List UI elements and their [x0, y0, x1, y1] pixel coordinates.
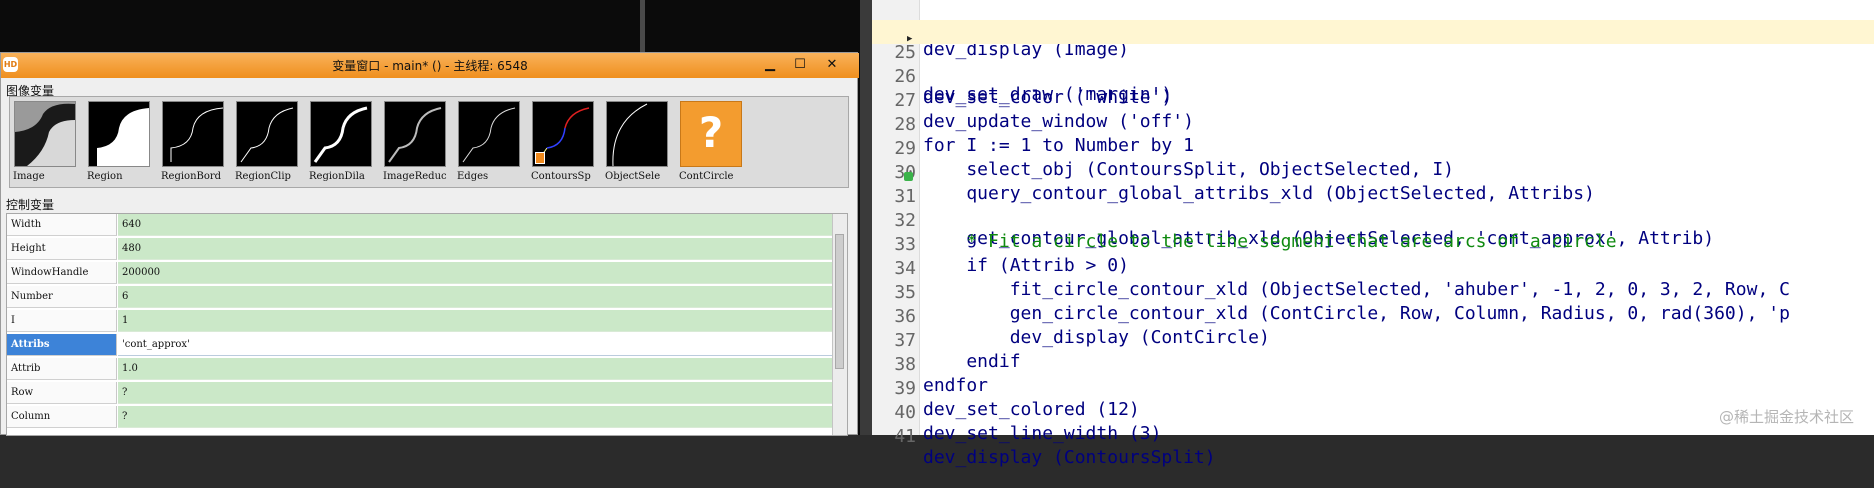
execution-arrow-icon: ▶: [907, 34, 913, 44]
region-border-variable-thumbnail[interactable]: RegionBord: [160, 99, 228, 187]
variable-value: ?: [118, 382, 834, 404]
variable-name: I: [7, 310, 117, 332]
variable-window-titlebar[interactable]: HD 变量窗口 - main* () - 主线程: 6548 ▁ ☐ ✕: [1, 53, 859, 78]
control-variables-label: 控制变量: [6, 198, 55, 212]
program-editor[interactable]: 24 dev_display (Image) 25 ▶ dev_set_draw…: [872, 0, 1874, 468]
question-mark-icon: ?: [680, 101, 742, 167]
variable-name: Number: [7, 286, 117, 308]
variable-value: 1.0: [118, 358, 834, 380]
code-line[interactable]: 27 dev_update_window ('off'): [872, 68, 1874, 132]
variable-name: Row: [7, 382, 117, 404]
variable-value: 'cont_approx': [118, 334, 834, 356]
table-row-selected[interactable]: Attribs 'cont_approx': [7, 334, 834, 357]
control-variables-table: Width 640 Height 480 WindowHandle 200000…: [6, 213, 848, 436]
contours-split-variable-thumbnail[interactable]: ContoursSp: [530, 99, 598, 187]
code-line[interactable]: 40 dev_set_line_width (3): [872, 380, 1874, 444]
code-line[interactable]: 30 query_contour_global_attribs_xld (Obj…: [872, 140, 1874, 204]
code-text: dev_display (ContoursSplit): [923, 447, 1216, 468]
region-border-thumbnail-icon: [162, 101, 224, 167]
thumbnail-label: RegionBord: [161, 171, 222, 182]
pane-splitter[interactable]: [860, 0, 872, 435]
cont-circle-variable-thumbnail[interactable]: ? ContCircle: [678, 99, 746, 187]
code-line[interactable]: 36 dev_display (ContCircle): [872, 284, 1874, 348]
code-line[interactable]: 39 dev_set_colored (12): [872, 356, 1874, 420]
question-mark-glyph: ?: [698, 108, 724, 157]
table-row[interactable]: Row ?: [7, 382, 834, 405]
image-variable-thumbnail[interactable]: Image: [12, 99, 80, 187]
code-line[interactable]: 31 get_contour_global_attrib_xld (Object…: [872, 164, 1874, 249]
variable-value: 1: [118, 310, 834, 332]
contours-split-thumbnail-icon: [532, 101, 594, 167]
code-line[interactable]: 33 if (Attrib > 0): [872, 212, 1874, 276]
thumbnail-label: ObjectSele: [605, 171, 661, 182]
table-row[interactable]: I 1: [7, 310, 834, 333]
image-variables-strip: Image Region RegionBord RegionClip Regio…: [9, 96, 849, 188]
object-selected-variable-thumbnail[interactable]: ObjectSele: [604, 99, 672, 187]
thumbnail-label: ImageReduc: [383, 171, 447, 182]
code-line[interactable]: 28 for I := 1 to Number by 1: [872, 92, 1874, 156]
variable-name: Column: [7, 406, 117, 428]
variable-name: WindowHandle: [7, 262, 117, 284]
thumbnail-label: RegionClip: [235, 171, 291, 182]
code-line-current[interactable]: 25 ▶ dev_set_draw ('margin'): [872, 20, 1874, 105]
maximize-button[interactable]: ☐: [791, 56, 809, 73]
window-title: 变量窗口 - main* () - 主线程: 6548: [332, 59, 528, 73]
region-variable-thumbnail[interactable]: Region: [86, 99, 154, 187]
edges-variable-thumbnail[interactable]: Edges: [456, 99, 524, 187]
code-line[interactable]: 29 select_obj (ContoursSplit, ObjectSele…: [872, 116, 1874, 180]
variable-value: 6: [118, 286, 834, 308]
image-reduced-thumbnail-icon: [384, 101, 446, 167]
edges-thumbnail-icon: [458, 101, 520, 167]
code-line[interactable]: 37 endif: [872, 308, 1874, 372]
region-clip-variable-thumbnail[interactable]: RegionClip: [234, 99, 302, 187]
variable-value: 480: [118, 238, 834, 260]
close-button[interactable]: ✕: [823, 56, 841, 73]
code-line[interactable]: 38 endfor: [872, 332, 1874, 396]
scrollbar-thumb[interactable]: [835, 234, 844, 369]
region-clip-thumbnail-icon: [236, 101, 298, 167]
table-row[interactable]: WindowHandle 200000: [7, 262, 834, 285]
code-line[interactable]: 24 dev_display (Image): [872, 0, 1874, 60]
variable-name: Attribs: [7, 334, 117, 356]
thumbnail-label: Edges: [457, 171, 489, 182]
program-counter-icon: [904, 172, 913, 181]
thumbnail-label: Image: [13, 171, 45, 182]
variable-value: 200000: [118, 262, 834, 284]
image-reduced-variable-thumbnail[interactable]: ImageReduc: [382, 99, 450, 187]
line-number: 41: [894, 426, 916, 447]
table-scrollbar[interactable]: [832, 214, 847, 435]
thumbnail-label: Region: [87, 171, 123, 182]
thumbnail-label: ContoursSp: [531, 171, 591, 182]
variable-window: HD 变量窗口 - main* () - 主线程: 6548 ▁ ☐ ✕ 图像变…: [0, 52, 859, 436]
region-thumbnail-icon: [88, 101, 150, 167]
code-line[interactable]: 26 dev_set_color ('white'): [872, 44, 1874, 108]
code-line[interactable]: 32 * Fit a circle to the line segment th…: [872, 188, 1874, 252]
code-line[interactable]: 34 fit_circle_contour_xld (ObjectSelecte…: [872, 236, 1874, 300]
table-row[interactable]: Column ?: [7, 406, 834, 429]
thumbnail-label: RegionDila: [309, 171, 365, 182]
table-row[interactable]: Width 640: [7, 214, 834, 237]
table-row[interactable]: Number 6: [7, 286, 834, 309]
code-line[interactable]: 35 gen_circle_contour_xld (ContCircle, R…: [872, 260, 1874, 324]
region-dilation-variable-thumbnail[interactable]: RegionDila: [308, 99, 376, 187]
variable-value: ?: [118, 406, 834, 428]
table-row[interactable]: Attrib 1.0: [7, 358, 834, 381]
table-row[interactable]: Height 480: [7, 238, 834, 261]
image-thumbnail-icon: [14, 101, 76, 167]
variable-name: Width: [7, 214, 117, 236]
variable-name: Attrib: [7, 358, 117, 380]
minimize-button[interactable]: ▁: [761, 56, 779, 73]
thumbnail-label: ContCircle: [679, 171, 734, 182]
region-dilation-thumbnail-icon: [310, 101, 372, 167]
object-selected-thumbnail-icon: [606, 101, 668, 167]
variable-value: 640: [118, 214, 834, 236]
orange-badge-icon: [535, 152, 545, 164]
watermark: @稀土掘金技术社区: [1718, 408, 1854, 426]
variable-name: Height: [7, 238, 117, 260]
